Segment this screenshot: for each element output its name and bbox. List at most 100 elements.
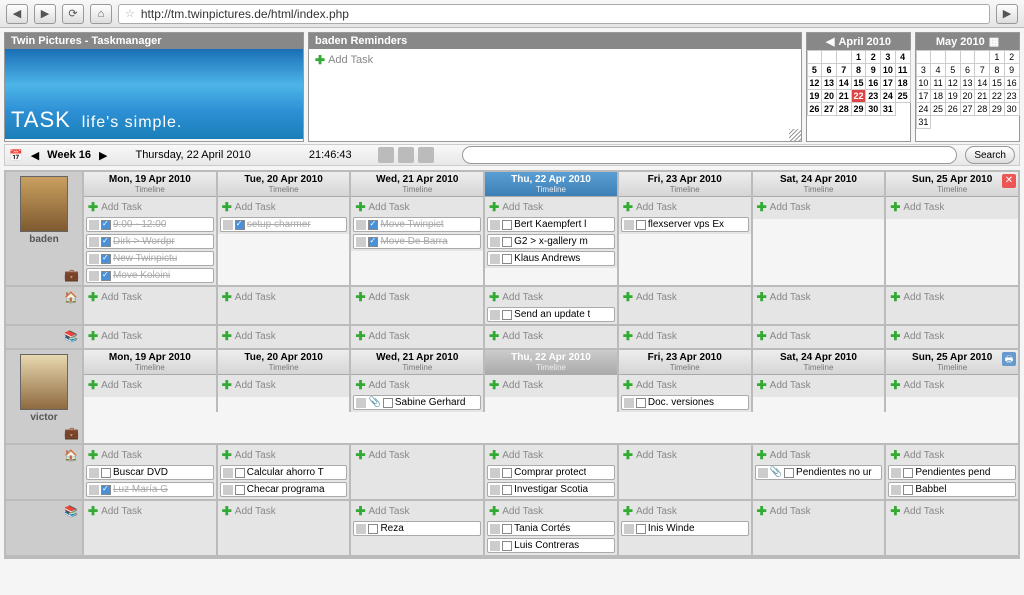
task-item[interactable]: Buscar DVD [86, 465, 214, 480]
add-task-button[interactable]: ✚Add Task [86, 199, 214, 215]
lane-icon[interactable]: 🏠 [6, 445, 84, 499]
task-item[interactable]: Move Koloini [86, 268, 214, 283]
tool-icon-2[interactable] [398, 147, 414, 163]
add-task-button[interactable]: ✚Add Task [755, 328, 883, 344]
add-task-button[interactable]: ✚Add Task [220, 328, 348, 344]
add-task-button[interactable]: ✚Add Task [621, 328, 749, 344]
calendar-day[interactable]: 7 [836, 63, 852, 77]
task-checkbox[interactable] [383, 398, 393, 408]
week-prev-button[interactable]: ◀ [31, 149, 39, 162]
tool-icon-1[interactable] [378, 147, 394, 163]
task-checkbox[interactable] [101, 254, 111, 264]
cal-prev-button[interactable]: ◀ [826, 35, 834, 48]
calendar-day[interactable]: 15 [989, 76, 1005, 90]
task-checkbox[interactable] [502, 468, 512, 478]
avatar[interactable] [20, 176, 68, 232]
task-checkbox[interactable] [101, 220, 111, 230]
calendar-day[interactable]: 6 [821, 63, 837, 77]
tool-icon-3[interactable] [418, 147, 434, 163]
add-task-button[interactable]: ✚Add Task [353, 289, 481, 305]
add-task-button[interactable]: ✚Add Task [86, 503, 214, 519]
day-header[interactable]: Fri, 23 Apr 2010Timeline [619, 172, 751, 197]
calendar-day[interactable]: 18 [895, 76, 911, 90]
day-header[interactable]: Sat, 24 Apr 2010Timeline [753, 172, 885, 197]
task-item[interactable]: New Twinpictu [86, 251, 214, 266]
calendar-day[interactable]: 1 [851, 50, 867, 64]
add-task-button[interactable]: ✚Add Task [755, 199, 883, 215]
calendar-day[interactable]: 26 [807, 102, 823, 116]
add-task-button[interactable]: ✚Add Task [86, 328, 214, 344]
task-checkbox[interactable] [636, 220, 646, 230]
calendar-day[interactable]: 12 [945, 76, 961, 90]
task-item[interactable]: Calcular ahorro T [220, 465, 348, 480]
day-header[interactable]: Mon, 19 Apr 2010Timeline [84, 172, 216, 197]
task-checkbox[interactable] [636, 524, 646, 534]
calendar-day[interactable]: 17 [880, 76, 896, 90]
day-header[interactable]: Mon, 19 Apr 2010Timeline [84, 350, 216, 375]
add-task-button[interactable]: ✚Add Task [220, 199, 348, 215]
task-item[interactable]: G2 > x-gallery m [487, 234, 615, 249]
lane-icon[interactable]: 📚 [6, 501, 84, 555]
task-checkbox[interactable] [101, 468, 111, 478]
calendar-day[interactable]: 27 [821, 102, 837, 116]
task-item[interactable]: Luis Contreras [487, 538, 615, 553]
calendar-day[interactable]: 6 [960, 63, 976, 77]
add-task-button[interactable]: ✚Add Task [487, 377, 615, 393]
task-item[interactable]: setup charmer [220, 217, 348, 232]
calendar-day[interactable]: 19 [807, 89, 823, 103]
add-task-button[interactable]: ✚Add Task [621, 289, 749, 305]
calendar-day[interactable]: 13 [821, 76, 837, 90]
task-item[interactable]: Babbel [888, 482, 1016, 497]
calendar-day[interactable]: 8 [989, 63, 1005, 77]
task-item[interactable]: Doc. versiones [621, 395, 749, 410]
add-task-button[interactable]: ✚Add Task [353, 199, 481, 215]
add-task-button[interactable]: ✚Add Task [888, 199, 1016, 215]
add-task-button[interactable]: ✚Add Task [888, 289, 1016, 305]
task-checkbox[interactable] [903, 485, 913, 495]
task-item[interactable]: flexserver vps Ex [621, 217, 749, 232]
task-item[interactable]: Inis Winde [621, 521, 749, 536]
task-checkbox[interactable] [636, 398, 646, 408]
add-task-button[interactable]: ✚Add Task [888, 503, 1016, 519]
calendar-day[interactable]: 21 [836, 89, 852, 103]
task-item[interactable]: Move De Barra [353, 234, 481, 249]
task-checkbox[interactable] [101, 271, 111, 281]
calendar-day[interactable]: 3 [916, 63, 932, 77]
task-checkbox[interactable] [502, 485, 512, 495]
task-checkbox[interactable] [235, 468, 245, 478]
lane-icon[interactable]: 💼 [61, 423, 82, 443]
task-checkbox[interactable] [502, 524, 512, 534]
calendar-day[interactable]: 11 [930, 76, 946, 90]
task-checkbox[interactable] [502, 541, 512, 551]
star-icon[interactable]: ☆ [125, 7, 135, 20]
calendar-day[interactable]: 23 [1004, 89, 1020, 103]
task-item[interactable]: Reza [353, 521, 481, 536]
calendar-day[interactable]: 22 [989, 89, 1005, 103]
calendar-day[interactable]: 13 [960, 76, 976, 90]
reminders-add-task[interactable]: ✚Add Task [309, 49, 801, 71]
task-item[interactable]: 9:00 - 12:00 [86, 217, 214, 232]
lane-icon[interactable]: 💼 [61, 265, 82, 285]
calendar-day[interactable]: 29 [851, 102, 867, 116]
task-item[interactable]: Tania Cortés [487, 521, 615, 536]
calendar-day[interactable]: 28 [836, 102, 852, 116]
add-task-button[interactable]: ✚Add Task [621, 377, 749, 393]
calendar-day[interactable]: 31 [880, 102, 896, 116]
add-task-button[interactable]: ✚Add Task [487, 328, 615, 344]
task-checkbox[interactable] [502, 220, 512, 230]
add-task-button[interactable]: ✚Add Task [353, 377, 481, 393]
calendar-day[interactable]: 1 [989, 50, 1005, 64]
calendar-day[interactable]: 5 [945, 63, 961, 77]
calendar-day[interactable]: 10 [880, 63, 896, 77]
task-item[interactable]: Send an update t [487, 307, 615, 322]
forward-button[interactable]: ▶ [34, 4, 56, 24]
add-task-button[interactable]: ✚Add Task [86, 447, 214, 463]
cal-grid-icon[interactable]: ▦ [989, 35, 999, 48]
day-header[interactable]: Tue, 20 Apr 2010Timeline [218, 350, 350, 375]
date-picker-icon[interactable]: 📅 [9, 149, 23, 162]
task-checkbox[interactable] [903, 468, 913, 478]
add-task-button[interactable]: ✚Add Task [621, 503, 749, 519]
day-header[interactable]: Thu, 22 Apr 2010Timeline [485, 350, 617, 375]
day-header[interactable]: Wed, 21 Apr 2010Timeline [351, 172, 483, 197]
calendar-day[interactable]: 31 [916, 115, 932, 129]
